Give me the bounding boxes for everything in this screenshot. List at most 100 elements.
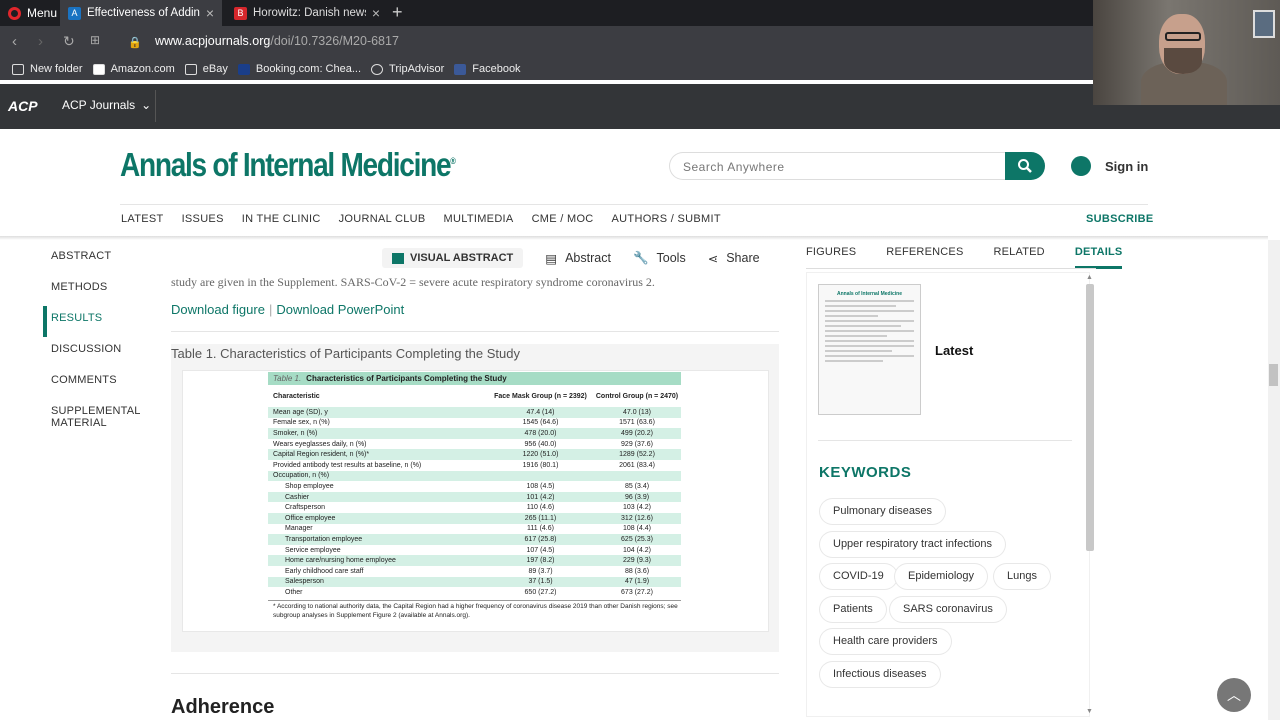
cell-characteristic: Craftsperson — [285, 504, 326, 512]
close-tab-icon[interactable]: × — [372, 5, 380, 21]
section-nav-results[interactable]: RESULTS — [43, 306, 163, 337]
section-nav-methods[interactable]: METHODS — [43, 275, 163, 306]
keyword-chip[interactable]: COVID-19 — [820, 564, 897, 589]
cell-characteristic: Service employee — [285, 546, 341, 554]
cell-characteristic: Shop employee — [285, 482, 334, 490]
search-icon — [1018, 159, 1032, 173]
url-path: /doi/10.7326/M20-6817 — [270, 34, 399, 48]
visual-abstract-button[interactable]: VISUAL ABSTRACT — [382, 248, 524, 268]
cell-control: 499 (20.2) — [621, 429, 653, 437]
cell-control: 625 (25.3) — [621, 535, 653, 543]
cell-mask: 110 (4.6) — [526, 504, 555, 512]
nav-latest[interactable]: LATEST — [121, 213, 164, 225]
back-icon[interactable]: ‹ — [12, 33, 17, 50]
section-nav: ABSTRACT METHODS RESULTS DISCUSSION COMM… — [43, 244, 163, 439]
bookmark-new-folder[interactable]: New folder — [12, 63, 83, 75]
tab-figures[interactable]: FIGURES — [806, 246, 856, 269]
table-row: Shop employee 108 (4.5) 85 (3.4) — [268, 481, 681, 492]
bookmark-facebook[interactable]: Facebook — [454, 63, 521, 75]
panel-scrollbar-thumb[interactable] — [1086, 284, 1094, 551]
url-field[interactable]: www.acpjournals.org/doi/10.7326/M20-6817 — [155, 34, 399, 48]
close-tab-icon[interactable]: × — [206, 5, 214, 21]
user-icon[interactable] — [1071, 156, 1091, 176]
nav-in-the-clinic[interactable]: IN THE CLINIC — [242, 213, 321, 225]
cell-characteristic: Transportation employee — [285, 535, 363, 543]
folder-icon — [12, 63, 24, 75]
tab-references[interactable]: REFERENCES — [886, 246, 963, 269]
bookmarks-bar: New folder Amazon.com eBay Booking.com: … — [0, 58, 1280, 80]
abstract-label: Abstract — [565, 251, 611, 265]
acp-logo[interactable]: ACP — [8, 98, 38, 114]
nav-cme-moc[interactable]: CME / MOC — [532, 213, 594, 225]
bookmark-tripadvisor[interactable]: TripAdvisor — [371, 63, 444, 75]
section-nav-comments[interactable]: COMMENTS — [43, 368, 163, 399]
keyword-chip[interactable]: Patients — [820, 597, 886, 622]
journal-title-logo[interactable]: Annals of Internal Medicine® — [120, 146, 456, 184]
booking-icon — [237, 63, 250, 75]
cell-mask: 89 (3.7) — [528, 567, 553, 575]
keyword-chip[interactable]: Epidemiology — [895, 564, 988, 589]
download-figure-link[interactable]: Download figure — [171, 302, 265, 317]
cell-mask: 108 (4.5) — [526, 482, 555, 490]
section-nav-abstract[interactable]: ABSTRACT — [43, 244, 163, 275]
browser-menu-label: Menu — [27, 6, 58, 20]
forward-icon[interactable]: › — [38, 33, 43, 50]
main-nav: LATEST ISSUES IN THE CLINIC JOURNAL CLUB… — [121, 213, 739, 225]
keyword-chip[interactable]: Pulmonary diseases — [820, 499, 946, 524]
page-icon — [184, 63, 197, 75]
divider — [818, 440, 1072, 441]
browser-menu-button[interactable]: Menu — [0, 0, 58, 26]
table-row: Smoker, n (%) 478 (20.0) 499 (20.2) — [268, 428, 681, 439]
cell-mask: 617 (25.8) — [524, 535, 557, 543]
latest-issue-label[interactable]: Latest — [935, 343, 973, 358]
search-button[interactable] — [1005, 152, 1045, 180]
nav-multimedia[interactable]: MULTIMEDIA — [444, 213, 514, 225]
bookmark-label: New folder — [30, 63, 83, 75]
nav-journal-club[interactable]: JOURNAL CLUB — [339, 213, 426, 225]
scroll-up-icon[interactable]: ▲ — [1086, 274, 1093, 281]
bookmark-booking[interactable]: Booking.com: Chea... — [237, 63, 361, 75]
cell-control: 47.0 (13) — [622, 408, 652, 416]
amazon-icon — [92, 63, 105, 75]
cell-control: 85 (3.4) — [624, 482, 650, 490]
keyword-chip[interactable]: Infectious diseases — [820, 662, 940, 687]
bookmark-amazon[interactable]: Amazon.com — [92, 63, 175, 75]
new-tab-icon[interactable]: + — [392, 0, 403, 26]
scroll-down-icon[interactable]: ▼ — [1086, 708, 1093, 715]
nav-issues[interactable]: ISSUES — [182, 213, 224, 225]
download-powerpoint-link[interactable]: Download PowerPoint — [276, 302, 404, 317]
section-nav-discussion[interactable]: DISCUSSION — [43, 337, 163, 368]
subscribe-link[interactable]: SUBSCRIBE — [1086, 213, 1154, 225]
url-host: www.acpjournals.org — [155, 34, 271, 48]
sign-in-link[interactable]: Sign in — [1105, 159, 1148, 174]
search-input[interactable]: Search Anywhere — [669, 152, 1006, 180]
keyword-chip[interactable]: SARS coronavirus — [890, 597, 1006, 622]
share-button[interactable]: ⋖ Share — [708, 251, 760, 266]
tab-details[interactable]: DETAILS — [1074, 246, 1123, 269]
browser-tab[interactable]: B Horowitz: Danish newspap × — [226, 0, 388, 26]
section-nav-supplemental[interactable]: SUPPLEMENTAL MATERIAL — [43, 399, 163, 439]
tools-button[interactable]: 🔧 Tools — [633, 251, 686, 266]
page-scrollbar[interactable] — [1268, 240, 1280, 720]
webcam-overlay — [1093, 0, 1280, 105]
page-scrollbar-thumb[interactable] — [1269, 364, 1278, 386]
table-row: Wears eyeglasses daily, n (%) 956 (40.0) 9… — [268, 439, 681, 450]
tabs-grid-icon[interactable]: ⊞ — [90, 33, 100, 47]
acp-journals-dropdown[interactable]: ACP Journals ⌄ — [62, 98, 151, 112]
keyword-chip[interactable]: Upper respiratory tract infections — [820, 532, 1005, 557]
browser-tab-active[interactable]: A Effectiveness of Adding a M × — [60, 0, 222, 26]
divider — [171, 673, 779, 674]
abstract-button[interactable]: ▤ Abstract — [545, 251, 611, 266]
cell-characteristic: Wears eyeglasses daily, n (%) — [273, 440, 367, 448]
keyword-chip[interactable]: Health care providers — [820, 629, 951, 654]
cell-characteristic: Mean age (SD), y — [273, 408, 328, 416]
issue-cover-thumbnail[interactable]: Annals of Internal Medicine — [818, 284, 921, 415]
back-to-top-button[interactable]: ︿ — [1217, 678, 1251, 712]
bookmark-ebay[interactable]: eBay — [184, 63, 228, 75]
col-header-characteristic: Characteristic — [273, 392, 320, 400]
divider — [171, 331, 779, 332]
nav-authors-submit[interactable]: AUTHORS / SUBMIT — [612, 213, 721, 225]
tab-related[interactable]: RELATED — [993, 246, 1044, 269]
keyword-chip[interactable]: Lungs — [994, 564, 1050, 589]
reload-icon[interactable]: ↻ — [63, 33, 75, 50]
